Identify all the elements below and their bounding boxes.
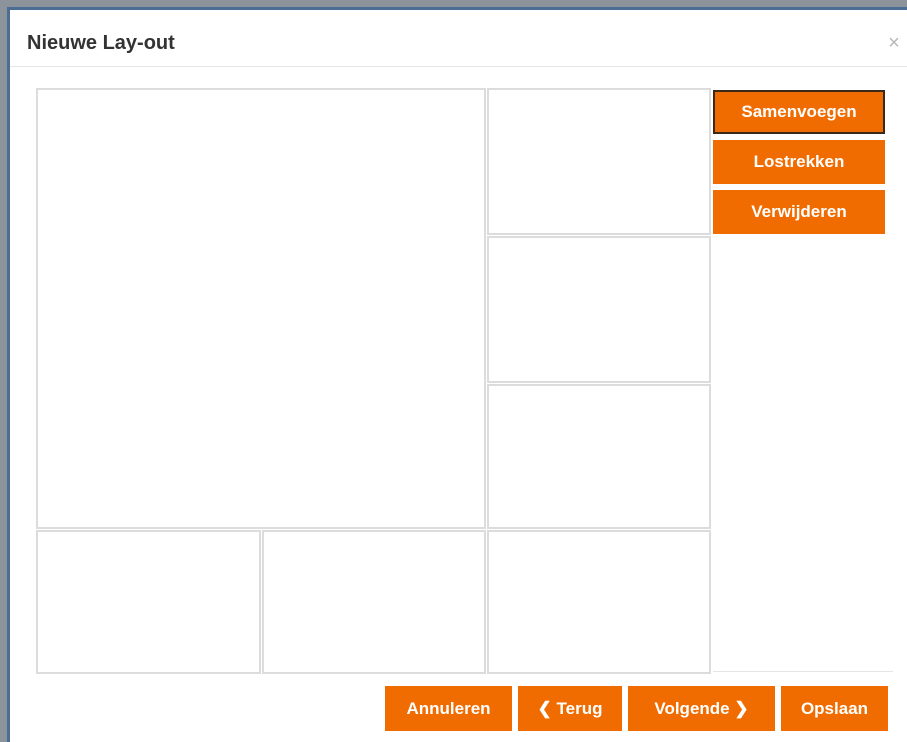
back-button-label: Terug: [556, 699, 603, 718]
footer-divider: [713, 671, 893, 672]
chevron-left-icon: ❮: [537, 699, 552, 718]
new-layout-dialog: Nieuwe Lay-out × Samenvoegen Lostrekken …: [7, 7, 907, 742]
layout-cell[interactable]: [487, 384, 711, 529]
layout-cell[interactable]: [487, 530, 711, 674]
layout-cell[interactable]: [36, 88, 486, 529]
close-icon[interactable]: ×: [883, 32, 905, 54]
layout-cell[interactable]: [36, 530, 261, 674]
delete-button[interactable]: Verwijderen: [713, 190, 885, 234]
next-button-label: Volgende: [654, 699, 730, 718]
chevron-right-icon: ❯: [734, 699, 749, 718]
save-button[interactable]: Opslaan: [781, 686, 888, 731]
split-button[interactable]: Lostrekken: [713, 140, 885, 184]
dialog-header: Nieuwe Lay-out ×: [10, 10, 907, 67]
save-button-label: Opslaan: [800, 699, 869, 718]
layout-cell[interactable]: [487, 236, 711, 383]
merge-button[interactable]: Samenvoegen: [713, 90, 885, 134]
cancel-button[interactable]: Annuleren: [385, 686, 512, 731]
next-button[interactable]: Volgende ❯: [628, 686, 775, 731]
layout-cell[interactable]: [262, 530, 486, 674]
back-button[interactable]: ❮ Terug: [518, 686, 622, 731]
cancel-button-label: Annuleren: [406, 699, 491, 718]
dialog-title: Nieuwe Lay-out: [27, 32, 175, 54]
layout-cell[interactable]: [487, 88, 711, 235]
